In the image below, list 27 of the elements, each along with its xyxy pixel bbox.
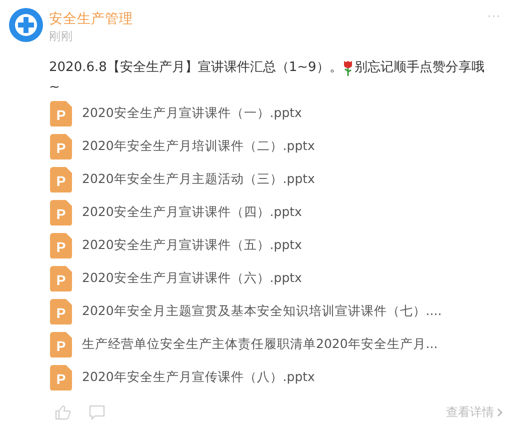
post-text: 别忘记顺手点赞分享哦: [354, 59, 484, 77]
file-name[interactable]: 2020年安全月主题宣贯及基本安全知识培训宣讲课件（七）....: [82, 303, 442, 320]
file-name[interactable]: 生产经营单位安全生产主体责任履职清单2020年安全生产月...: [82, 336, 438, 353]
like-icon[interactable]: [55, 404, 71, 420]
file-icon: P: [50, 266, 72, 292]
file-icon: P: [50, 332, 72, 358]
post-text: ~: [49, 79, 60, 97]
post-text: 2020.6.8【安全生产月】宣讲课件汇总（1~9）。: [49, 59, 342, 77]
rose-icon: [342, 60, 354, 76]
file-name[interactable]: 2020安全生产月宣讲课件（六）.pptx: [82, 270, 302, 287]
avatar-icon: [8, 7, 44, 43]
file-name[interactable]: 2020安全生产月宣讲课件（五）.pptx: [82, 237, 302, 254]
post-time: 刚刚: [49, 29, 74, 44]
file-icon: P: [50, 298, 72, 324]
file-name[interactable]: 2020安全生产月宣讲课件（一）.pptx: [82, 105, 302, 122]
file-icon: P: [50, 232, 72, 258]
file-icon: P: [50, 200, 72, 226]
file-name[interactable]: 2020年安全生产月主题活动（三）.pptx: [82, 171, 315, 188]
file-icon: P: [50, 364, 72, 390]
file-icon: P: [50, 134, 72, 160]
file-name[interactable]: 2020安全生产月宣讲课件（四）.pptx: [82, 204, 302, 221]
file-name[interactable]: 2020年安全生产月培训课件（二）.pptx: [82, 138, 315, 155]
comment-icon[interactable]: [89, 404, 105, 420]
file-icon: P: [50, 100, 72, 126]
chevron-icon: [497, 408, 503, 416]
file-name[interactable]: 2020年安全生产月宣传课件（八）.pptx: [82, 369, 315, 386]
file-icon: P: [50, 166, 72, 192]
